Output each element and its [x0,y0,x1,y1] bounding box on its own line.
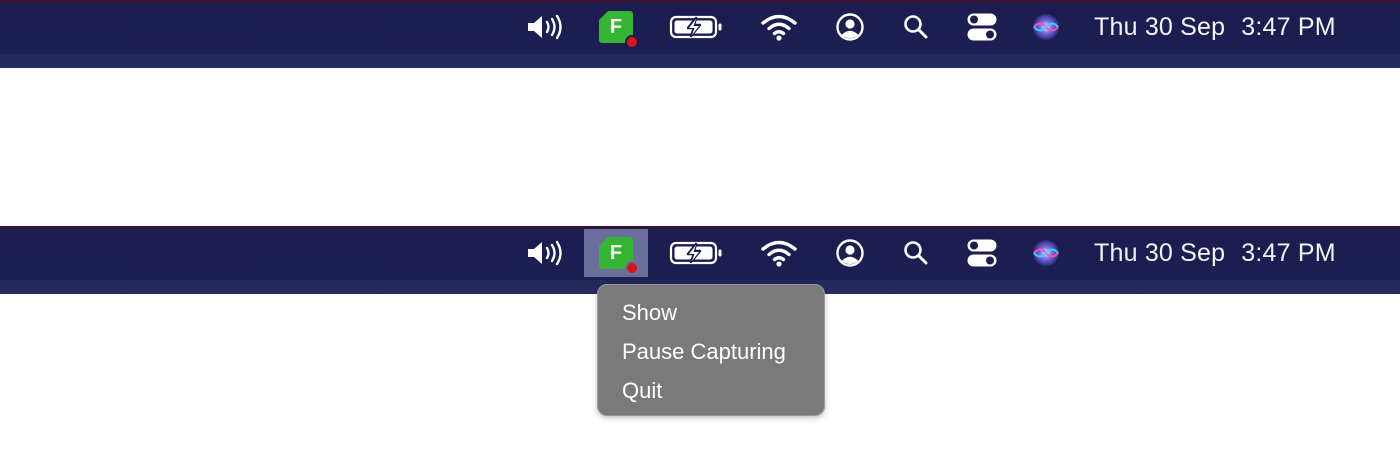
user-menu-item[interactable] [830,2,870,52]
app-status-item[interactable]: F [584,2,648,52]
app-f-icon-label: F [609,241,623,264]
wifi-menu-item[interactable] [757,2,801,52]
battery-charging-icon [669,15,722,39]
speaker-volume-icon [528,240,562,266]
control-center-menu-item[interactable] [962,2,1002,52]
battery-charging-icon [669,241,722,265]
wifi-icon [761,14,797,41]
clock-date: Thu 30 Sep [1094,238,1226,267]
app-status-item-active[interactable]: F [584,229,648,277]
user-account-icon [836,239,864,267]
control-center-menu-item[interactable] [962,228,1002,278]
user-menu-item[interactable] [830,228,870,278]
user-account-icon [836,13,864,41]
siri-menu-item[interactable] [1026,2,1066,52]
recording-dot-icon [625,35,639,49]
wifi-icon [761,240,797,267]
battery-menu-item[interactable] [668,228,726,278]
menubar-top: F Thu 30 Sep 3:47 PM [0,0,1400,68]
wifi-menu-item[interactable] [757,228,801,278]
menubar-clock[interactable]: Thu 30 Sep 3:47 PM [1094,228,1364,278]
clock-date: Thu 30 Sep [1094,12,1226,41]
recording-dot-icon [625,261,639,275]
volume-menu-item[interactable] [522,2,568,52]
menu-item-show[interactable]: Show [598,295,824,334]
speaker-volume-icon [528,14,562,40]
app-dropdown-menu: Show Pause Capturing Quit [597,284,825,416]
app-f-icon: F [599,237,639,275]
clock-time: 3:47 PM [1241,238,1336,267]
siri-icon [1033,14,1059,40]
battery-menu-item[interactable] [668,2,726,52]
clock-time: 3:47 PM [1241,12,1336,41]
control-center-icon [967,13,997,41]
siri-menu-item[interactable] [1026,228,1066,278]
spotlight-search-icon [904,15,928,39]
menu-item-quit[interactable]: Quit [598,373,824,412]
menu-item-pause-capturing[interactable]: Pause Capturing [598,334,824,373]
spotlight-menu-item[interactable] [896,228,936,278]
volume-menu-item[interactable] [522,228,568,278]
siri-icon [1033,240,1059,266]
control-center-icon [967,239,997,267]
spotlight-search-icon [904,241,928,265]
spotlight-menu-item[interactable] [896,2,936,52]
menubar-clock[interactable]: Thu 30 Sep 3:47 PM [1094,2,1364,52]
app-f-icon-label: F [609,15,623,38]
app-f-icon: F [599,11,639,49]
